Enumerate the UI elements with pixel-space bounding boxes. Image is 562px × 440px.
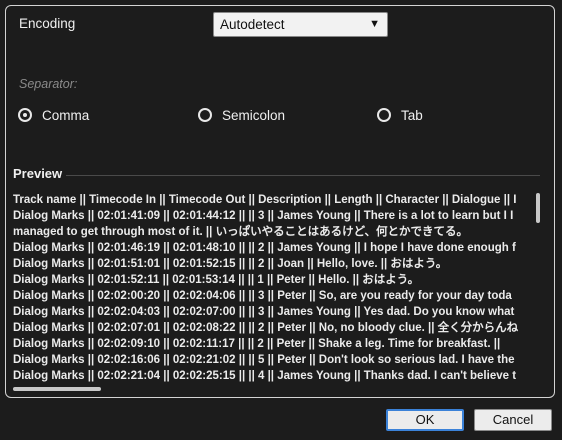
encoding-label: Encoding [19,16,76,31]
preview-row: Dialog Marks || 02:01:46:19 || 02:01:48:… [13,242,516,254]
radio-label-tab: Tab [401,107,423,123]
encoding-dropdown[interactable]: Autodetect ▼ [213,12,388,37]
radio-label-semicolon: Semicolon [222,107,286,123]
ok-button[interactable]: OK [386,409,464,431]
preview-row: Dialog Marks || 02:02:00:20 || 02:02:04:… [13,290,512,302]
preview-row: Dialog Marks || 02:01:52:11 || 02:01:53:… [13,274,420,286]
separator-label: Separator: [19,77,78,91]
preview-row: Dialog Marks || 02:02:09:10 || 02:02:11:… [13,338,501,350]
cancel-button[interactable]: Cancel [474,409,552,431]
radio-label-comma: Comma [42,107,90,123]
triangle-down-icon: ▼ [369,18,380,30]
preview-title: Preview [13,166,63,181]
radio-unselected-icon [377,108,391,122]
preview-row: Dialog Marks || 02:02:04:03 || 02:02:07:… [13,306,515,318]
radio-unselected-icon [198,108,212,122]
encoding-selected-value: Autodetect [220,17,285,32]
preview-row: Dialog Marks || 02:02:07:01 || 02:02:08:… [13,322,519,334]
preview-row: managed to get through most of it. || いっ… [13,226,468,238]
preview-area[interactable]: Track name || Timecode In || Timecode Ou… [11,191,543,385]
radio-selected-icon [18,108,32,122]
preview-row: Dialog Marks || 02:01:41:09 || 02:01:44:… [13,210,514,222]
vertical-scrollbar[interactable] [536,193,540,223]
preview-row: Dialog Marks || 02:02:16:06 || 02:02:21:… [13,354,515,366]
preview-divider [66,175,540,176]
radio-tab[interactable]: Tab [377,106,423,124]
horizontal-scrollbar[interactable] [13,387,101,391]
radio-comma[interactable]: Comma [18,106,89,124]
radio-semicolon[interactable]: Semicolon [198,106,285,124]
preview-header-row: Track name || Timecode In || Timecode Ou… [13,194,517,206]
preview-row: Dialog Marks || 02:01:51:01 || 02:01:52:… [13,258,448,270]
preview-row: Dialog Marks || 02:02:21:04 || 02:02:25:… [13,370,517,382]
